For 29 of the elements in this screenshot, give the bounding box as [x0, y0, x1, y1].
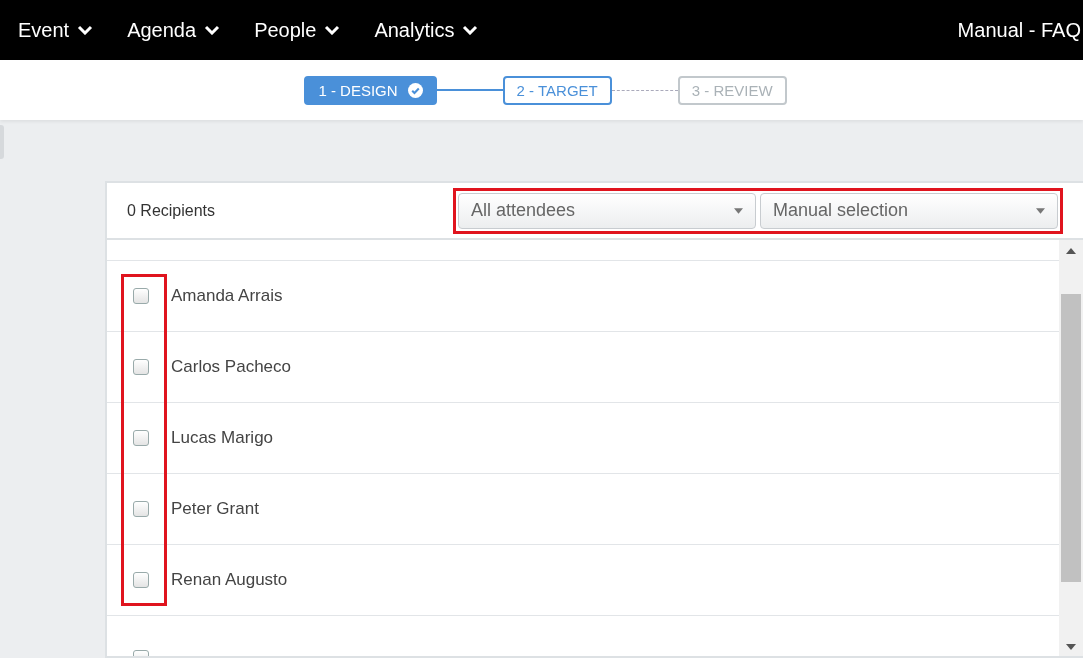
caret-icon — [1036, 207, 1045, 214]
filter-dropdown[interactable]: All attendees — [458, 192, 756, 229]
nav-menu[interactable]: Analytics — [374, 18, 479, 42]
person-name: Amanda Arrais — [171, 286, 283, 306]
checkbox[interactable] — [133, 430, 149, 446]
chevron-down-icon — [204, 25, 221, 35]
nav-link[interactable]: Manual - FAQ — [957, 18, 1083, 42]
filter-dropdown[interactable]: Manual selection — [760, 192, 1058, 229]
scroll-down-icon[interactable] — [1066, 644, 1076, 650]
chevron-down-icon — [77, 25, 94, 35]
checkbox[interactable] — [133, 572, 149, 588]
nav-menu[interactable]: People — [254, 18, 341, 42]
nav-menu[interactable]: Event — [18, 18, 94, 42]
chevron-down-icon — [324, 25, 341, 35]
checkbox[interactable] — [133, 359, 149, 375]
checkbox[interactable] — [133, 501, 149, 517]
person-name: Renan Augusto — [171, 570, 288, 590]
nav-menu[interactable]: Agenda — [127, 18, 221, 42]
person-name: Peter Grant — [171, 499, 259, 519]
checkbox[interactable] — [133, 288, 149, 304]
caret-icon — [734, 207, 743, 214]
recipients-count: 0 Recipients — [127, 201, 216, 220]
scrollbar[interactable] — [1059, 240, 1083, 656]
person-name: Lucas Marigo — [171, 428, 274, 448]
scrollbar-thumb[interactable] — [1061, 294, 1081, 582]
chevron-down-icon — [462, 25, 479, 35]
scroll-up-icon[interactable] — [1066, 248, 1076, 254]
check-circle-icon — [407, 82, 423, 98]
person-name: Carlos Pacheco — [171, 357, 291, 377]
